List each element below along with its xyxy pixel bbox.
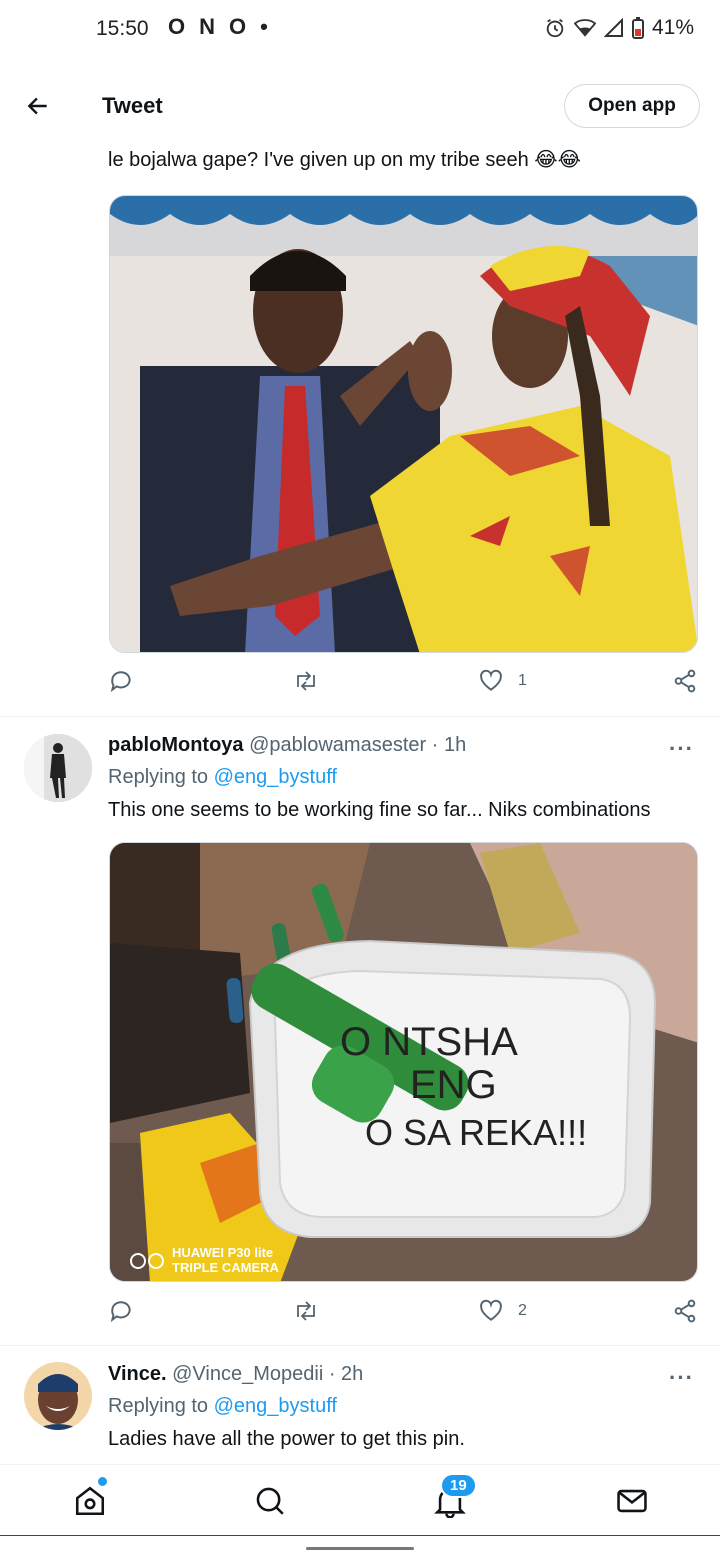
tweet-text: Ladies have all the power to get this pi…	[108, 1428, 465, 1450]
share-button[interactable]	[672, 668, 698, 694]
reply-icon	[110, 1301, 131, 1323]
tweet-text: This one seems to be working fine so far…	[108, 799, 651, 821]
reply-icon	[110, 671, 131, 693]
back-button[interactable]	[20, 88, 56, 124]
tweet-time: · 2h	[328, 1363, 364, 1385]
signal-icon	[603, 18, 623, 37]
battery-icon	[631, 17, 644, 39]
nav-messages[interactable]	[612, 1481, 652, 1521]
like-button[interactable]: 2	[478, 1298, 527, 1324]
arrow-left-icon	[27, 97, 47, 115]
mail-icon	[617, 1489, 647, 1513]
alarm-icon	[546, 18, 564, 38]
tweet-actions: 1	[108, 668, 698, 700]
home-indicator[interactable]	[306, 1547, 414, 1550]
replying-to-handle[interactable]: @eng_bystuff	[214, 1395, 337, 1417]
replying-to: Replying to @eng_bystuff	[108, 766, 337, 789]
notifications-badge: 19	[440, 1473, 477, 1498]
cooler-text: O NTSHA	[340, 1020, 518, 1064]
home-icon	[75, 1486, 105, 1516]
top-bar: Tweet Open app	[0, 66, 720, 146]
share-icon	[674, 1299, 696, 1323]
nav-notifications[interactable]: 19	[430, 1473, 477, 1521]
author-name[interactable]: Vince.	[108, 1363, 167, 1385]
retweet-icon	[297, 1301, 315, 1321]
notification-icon: N	[199, 14, 216, 39]
tweet-image[interactable]: O NTSHA ENG O SA REKA!!! HUAWEI P30 lite…	[109, 842, 698, 1282]
cooler-text: O SA REKA!!!	[365, 1112, 587, 1153]
wifi-icon	[573, 19, 596, 37]
author-name[interactable]: pabloMontoya	[108, 734, 244, 756]
share-icon	[674, 669, 696, 693]
tweet-header: pabloMontoya @pablowamasester · 1h	[108, 734, 466, 757]
replying-to-handle[interactable]: @eng_bystuff	[214, 766, 337, 788]
tweet-text: le bojalwa gape? I've given up on my tri…	[108, 149, 582, 171]
share-button[interactable]	[672, 1298, 698, 1324]
retweet-button[interactable]	[292, 1298, 320, 1324]
nav-search[interactable]	[250, 1481, 290, 1521]
open-app-button[interactable]: Open app	[564, 84, 700, 128]
battery-percent: 41%	[651, 16, 694, 39]
author-handle[interactable]: @Vince_Mopedii	[172, 1363, 323, 1385]
retweet-icon	[297, 671, 315, 691]
tweet-actions: 2	[108, 1298, 698, 1330]
tweet-header: Vince. @Vince_Mopedii · 2h	[108, 1363, 363, 1386]
like-count: 1	[518, 672, 527, 689]
status-time: 15:50	[96, 17, 149, 40]
page-title: Tweet	[102, 93, 163, 118]
notification-icon: O	[168, 14, 186, 39]
new-content-dot	[98, 1477, 107, 1486]
avatar[interactable]	[24, 1362, 92, 1430]
notification-icon: O	[229, 14, 247, 39]
nav-home[interactable]	[70, 1477, 110, 1521]
like-count: 2	[518, 1302, 527, 1319]
status-bar: 15:50 O N O • 41%	[0, 0, 720, 60]
tweet-image[interactable]	[109, 195, 698, 653]
divider	[0, 716, 720, 717]
replying-prefix: Replying to	[108, 1395, 214, 1417]
author-handle[interactable]: @pablowamasester	[249, 734, 426, 756]
status-notification-icons: O N O •	[168, 14, 268, 40]
reply-button[interactable]	[108, 1298, 134, 1324]
bottom-nav: 19	[0, 1464, 720, 1536]
more-options-button[interactable]: ···	[669, 1365, 694, 1391]
divider	[0, 1345, 720, 1346]
cooler-text: ENG	[410, 1063, 497, 1107]
more-options-button[interactable]: ···	[669, 736, 694, 762]
avatar[interactable]	[24, 734, 92, 802]
notification-icon: •	[260, 14, 268, 39]
like-button[interactable]: 1	[478, 668, 527, 694]
replying-prefix: Replying to	[108, 766, 214, 788]
search-icon	[256, 1487, 284, 1515]
camera-watermark: HUAWEI P30 lite	[172, 1245, 273, 1260]
tweet-time: · 1h	[431, 734, 467, 756]
reply-button[interactable]	[108, 668, 134, 694]
status-right: 41%	[544, 16, 694, 40]
retweet-button[interactable]	[292, 668, 320, 694]
heart-icon	[480, 1299, 502, 1321]
heart-icon	[480, 669, 502, 691]
system-nav-divider	[0, 1535, 720, 1536]
replying-to: Replying to @eng_bystuff	[108, 1395, 337, 1418]
camera-watermark: TRIPLE CAMERA	[172, 1260, 280, 1275]
